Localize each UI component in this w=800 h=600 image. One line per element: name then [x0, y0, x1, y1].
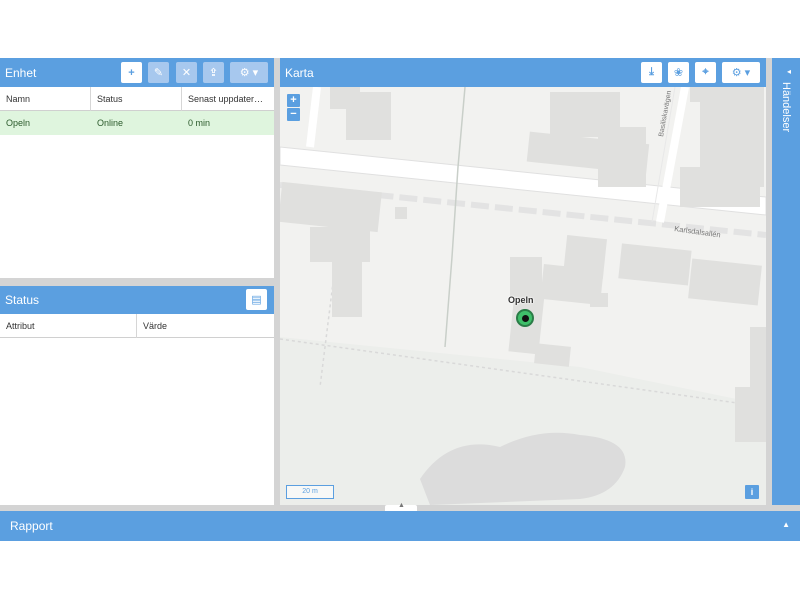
pencil-icon: ✎ — [153, 67, 164, 79]
map-header: Karta ⤓ ❀ ⌖ ⚙ ▾ — [280, 58, 766, 87]
map-settings-menu[interactable]: ⚙ ▾ — [722, 62, 760, 83]
devices-panel: Enhet + ✎ ✕ ⇪ ⚙ ▾ Namn Status Senast upp… — [0, 58, 274, 278]
horizontal-splitter[interactable] — [0, 278, 274, 286]
info-button[interactable]: i — [745, 485, 759, 499]
column-status[interactable]: Status — [91, 87, 182, 111]
device-settings-menu[interactable]: ⚙ ▾ — [230, 62, 268, 83]
device-name: Opeln — [6, 118, 31, 128]
add-device-button[interactable]: + — [121, 62, 142, 83]
zoom-in-button[interactable]: + — [287, 94, 300, 107]
report-title: Rapport — [10, 519, 53, 533]
devices-header: Enhet + ✎ ✕ ⇪ ⚙ ▾ — [0, 58, 274, 87]
crosshair-icon: ⌖ — [702, 66, 709, 78]
chevron-up-icon: ▲ — [398, 502, 405, 509]
table-row[interactable]: Opeln Online 0 min — [0, 111, 274, 135]
gear-icon: ⚙ ▾ — [239, 67, 259, 79]
status-grid-header: Attribut Värde — [0, 314, 274, 338]
paw-icon: ❀ — [673, 67, 684, 79]
close-icon: ✕ — [181, 67, 192, 79]
geofence-button[interactable]: ⤓ — [641, 62, 662, 83]
chevron-left-icon: ◂ — [787, 67, 792, 76]
remove-device-button[interactable]: ✕ — [176, 62, 197, 83]
gear-icon: ⚙ ▾ — [731, 67, 751, 79]
report-panel[interactable]: Rapport ▲ — [0, 511, 800, 541]
marker-label: Opeln — [508, 295, 534, 305]
map-scale: 20 m — [286, 485, 334, 499]
marker-dot — [521, 314, 529, 322]
events-panel-toggle[interactable]: ◂ Händelser — [772, 58, 800, 505]
column-value[interactable]: Värde — [137, 314, 274, 338]
devices-grid-header: Namn Status Senast uppdater… — [0, 87, 274, 111]
device-last-update: 0 min — [188, 118, 211, 128]
plus-icon: + — [128, 66, 135, 79]
column-name[interactable]: Namn — [0, 87, 91, 111]
columns-icon: ▤ — [251, 294, 262, 306]
status-columns-button[interactable]: ▤ — [246, 289, 267, 310]
column-last-update[interactable]: Senast uppdater… — [182, 87, 274, 111]
devices-title: Enhet — [5, 65, 37, 80]
follow-button[interactable]: ❀ — [668, 62, 689, 83]
device-marker[interactable] — [516, 309, 534, 327]
map-title: Karta — [285, 65, 314, 80]
column-attribute[interactable]: Attribut — [0, 314, 137, 338]
status-header: Status ▤ — [0, 286, 274, 314]
zoom-out-button[interactable]: − — [287, 108, 300, 121]
chevron-up-icon: ▲ — [782, 520, 790, 529]
events-title: Händelser — [780, 82, 792, 133]
status-panel: Status ▤ Attribut Värde — [0, 286, 274, 505]
device-status: Online — [97, 118, 124, 128]
map-canvas[interactable]: Basiliskavägen Karlsdalsallén + − Opeln … — [280, 87, 766, 505]
edit-device-button[interactable]: ✎ — [148, 62, 169, 83]
status-title: Status — [5, 293, 40, 307]
locate-button[interactable]: ⌖ — [695, 62, 716, 83]
upload-icon: ⇪ — [208, 67, 219, 79]
send-command-button[interactable]: ⇪ — [203, 62, 224, 83]
map-panel: Karta ⤓ ❀ ⌖ ⚙ ▾ Basiliskavägen Karlsdals… — [280, 58, 766, 505]
events-panel: ◂ Händelser — [766, 58, 800, 505]
app: Enhet + ✎ ✕ ⇪ ⚙ ▾ Namn Status Senast upp… — [0, 58, 800, 541]
download-icon: ⤓ — [649, 66, 654, 78]
